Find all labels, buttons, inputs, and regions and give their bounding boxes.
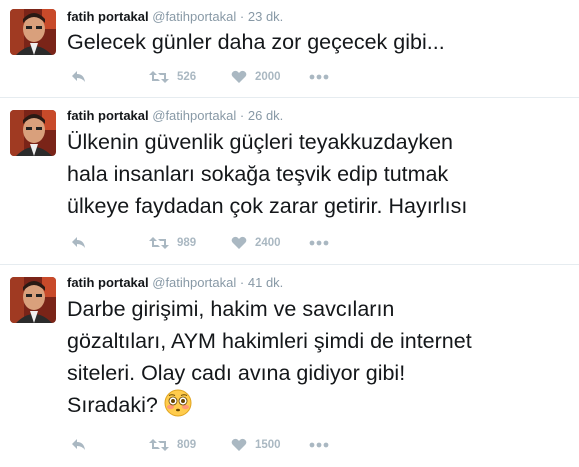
reply-button[interactable] [71, 67, 87, 87]
tweet-text-line: hala insanları sokağa teşvik edip tutmak [67, 162, 449, 186]
heart-icon [231, 70, 247, 83]
timestamp[interactable]: 23 dk. [248, 9, 283, 24]
avatar-photo-icon [10, 277, 56, 323]
more-button[interactable] [309, 233, 329, 253]
tweet-text-line: Gelecek günler daha zor geçecek gibi... [67, 30, 445, 54]
more-icon [309, 240, 329, 246]
avatar-photo-icon [10, 9, 56, 55]
avatar[interactable] [10, 110, 56, 156]
tweet-header: fatih portakal @fatihportakal · 26 dk. [67, 108, 283, 124]
tweet-divider [0, 264, 579, 265]
tweet-text-last-line: Sıradaki? [67, 389, 572, 421]
reply-icon [72, 71, 85, 82]
display-name[interactable]: fatih portakal [67, 275, 149, 290]
like-button[interactable]: 2000 [231, 67, 281, 87]
tweet-text-line: Sıradaki? [67, 393, 158, 417]
retweet-icon [149, 71, 169, 83]
user-handle[interactable]: @fatihportakal [152, 108, 236, 123]
like-button[interactable]: 1500 [231, 435, 281, 455]
reply-icon [72, 439, 85, 450]
tweet-actions: 989 2400 [67, 233, 367, 253]
like-count: 1500 [255, 439, 281, 451]
tweet-actions: 809 1500 [67, 435, 367, 455]
tweet-text-line: gözaltıları, AYM hakimleri şimdi de inte… [67, 329, 472, 353]
like-button[interactable]: 2400 [231, 233, 281, 253]
more-icon [309, 442, 329, 448]
retweet-button[interactable]: 809 [149, 435, 196, 455]
tweet-divider [0, 97, 579, 98]
more-button[interactable] [309, 435, 329, 455]
separator-dot: · [239, 275, 245, 290]
user-handle[interactable]: @fatihportakal [152, 275, 236, 290]
tweet-text-line: Darbe girişimi, hakim ve savcıların [67, 297, 395, 321]
tweet-text: Darbe girişimi, hakim ve savcıların göza… [67, 293, 572, 421]
retweet-icon [149, 439, 169, 451]
tweet-header: fatih portakal @fatihportakal · 23 dk. [67, 9, 283, 25]
reply-button[interactable] [71, 233, 87, 253]
retweet-button[interactable]: 526 [149, 67, 196, 87]
tweet-text-line: ülkeye faydadan çok zarar getirir. Hayır… [67, 194, 468, 218]
tweet-text-line: Ülkenin güvenlik güçleri teyakkuzdayken [67, 130, 454, 154]
tweet-text: Gelecek günler daha zor geçecek gibi... [67, 26, 572, 58]
tweet-text-line: siteleri. Olay cadı avına gidiyor gibi! [67, 361, 406, 385]
user-handle[interactable]: @fatihportakal [152, 9, 236, 24]
timestamp[interactable]: 41 dk. [248, 275, 283, 290]
display-name[interactable]: fatih portakal [67, 9, 149, 24]
avatar[interactable] [10, 9, 56, 55]
retweet-count: 526 [177, 71, 197, 83]
retweet-count: 989 [177, 237, 197, 249]
like-count: 2000 [255, 71, 281, 83]
retweet-icon [149, 237, 169, 249]
reply-icon [72, 237, 85, 248]
separator-dot: · [239, 108, 245, 123]
reply-button[interactable] [71, 435, 87, 455]
avatar-photo-icon [10, 110, 56, 156]
retweet-button[interactable]: 989 [149, 233, 196, 253]
flushed-face-emoji [164, 389, 192, 417]
display-name[interactable]: fatih portakal [67, 108, 149, 123]
tweet-header: fatih portakal @fatihportakal · 41 dk. [67, 275, 283, 291]
avatar[interactable] [10, 277, 56, 323]
heart-icon [231, 438, 247, 451]
like-count: 2400 [255, 237, 281, 249]
heart-icon [231, 236, 247, 249]
more-icon [309, 74, 329, 80]
retweet-count: 809 [177, 439, 197, 451]
timestamp[interactable]: 26 dk. [248, 108, 283, 123]
separator-dot: · [239, 9, 245, 24]
tweet-text: Ülkenin güvenlik güçleri teyakkuzdayken … [67, 126, 572, 222]
more-button[interactable] [309, 67, 329, 87]
tweet-actions: 526 2000 [67, 67, 367, 87]
